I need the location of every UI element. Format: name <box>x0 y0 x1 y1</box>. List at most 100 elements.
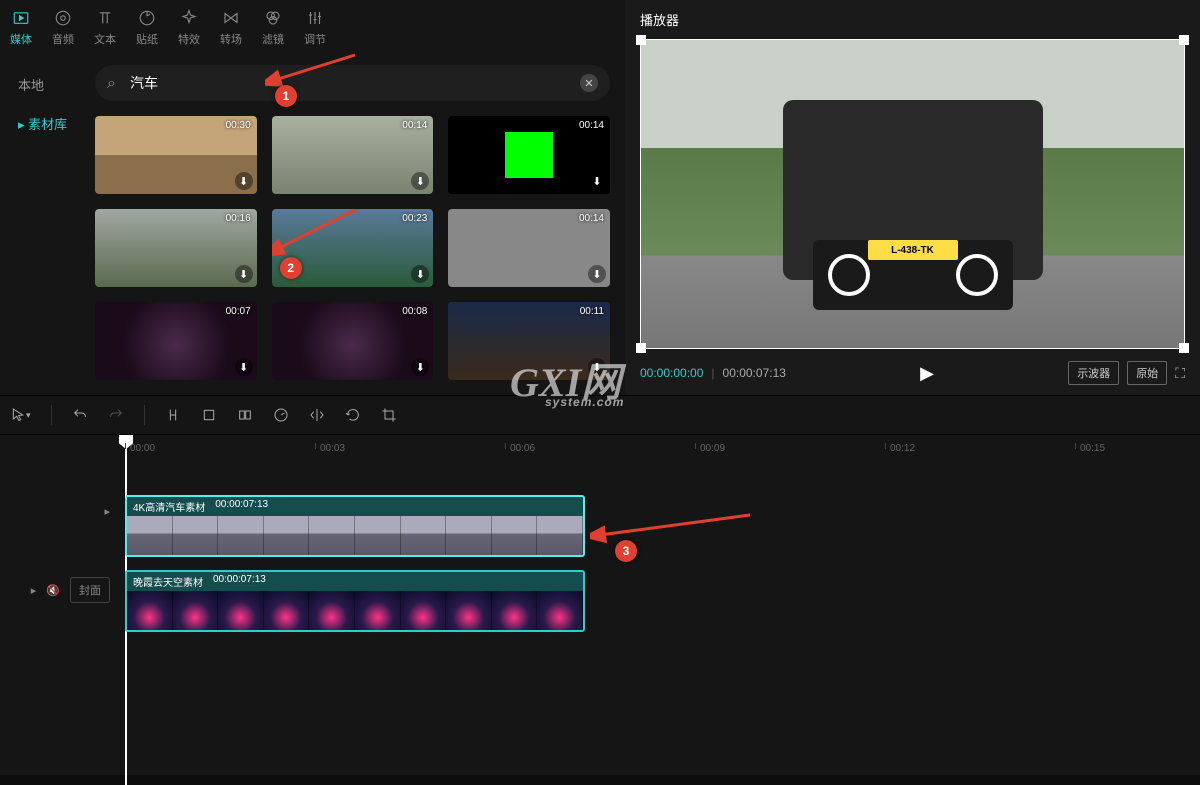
fullscreen-icon[interactable]: ⛶ <box>1175 365 1185 382</box>
download-icon[interactable]: ⬇ <box>588 358 606 376</box>
ruler-tick: 00:03 <box>315 443 345 449</box>
timeline-clip[interactable]: 晚霞去天空素材 00:00:07:13 <box>125 570 585 632</box>
clip-name: 晚霞去天空素材 <box>133 574 203 589</box>
crop2-tool[interactable] <box>381 407 397 423</box>
duration-label: 00:14 <box>402 120 427 131</box>
media-thumb[interactable]: 00:14 ⬇ <box>448 209 610 287</box>
speed-tool[interactable] <box>273 407 289 423</box>
download-icon[interactable]: ⬇ <box>411 265 429 283</box>
media-panel: 媒体 音频 文本 贴纸 特效 转场 滤镜 调节 本地 素材库 ⌕ ✕ <box>0 0 625 395</box>
search-icon: ⌕ <box>107 75 116 93</box>
download-icon[interactable]: ⬇ <box>235 172 253 190</box>
timeline-clip[interactable]: 4K高清汽车素材 00:00:07:13 <box>125 495 585 557</box>
time-total: 00:00:07:13 <box>723 366 786 380</box>
tab-label: 媒体 <box>10 31 32 47</box>
tab-transition[interactable]: 转场 <box>220 8 242 47</box>
download-icon[interactable]: ⬇ <box>588 265 606 283</box>
tab-sticker[interactable]: 贴纸 <box>136 8 158 47</box>
duration-label: 00:14 <box>579 120 604 131</box>
media-thumb[interactable]: 00:16⬇ <box>95 209 257 287</box>
download-icon[interactable]: ⬇ <box>411 172 429 190</box>
tab-effect[interactable]: 特效 <box>178 8 200 47</box>
undo-button[interactable] <box>72 407 88 423</box>
ruler-tick: 00:12 <box>885 443 915 449</box>
search-row: ⌕ ✕ 1 <box>95 65 610 101</box>
media-thumb[interactable]: 00:07 ⬇ <box>95 302 257 380</box>
tab-label: 特效 <box>178 31 200 47</box>
thumb-grid: 00:30 ⬇ 00:14 ⬇ 00:14 ⬇ 00:16⬇ 00:23 ⬇ 2 00:… <box>95 116 610 380</box>
media-thumb[interactable]: 00:30 ⬇ <box>95 116 257 194</box>
tab-label: 文本 <box>94 31 116 47</box>
tab-text[interactable]: 文本 <box>94 8 116 47</box>
text-icon <box>95 8 115 28</box>
select-tool[interactable]: ▾ <box>10 407 31 423</box>
resize-handle[interactable] <box>1179 343 1189 353</box>
audio-icon <box>53 8 73 28</box>
duration-label: 00:08 <box>402 306 427 317</box>
preview-canvas[interactable]: L-438-TK <box>640 39 1185 349</box>
tab-label: 贴纸 <box>136 31 158 47</box>
download-icon[interactable]: ⬇ <box>235 358 253 376</box>
annotation-badge-3: 3 <box>615 540 637 562</box>
transition-icon <box>221 8 241 28</box>
cover-button[interactable]: 封面 <box>70 577 110 603</box>
timeline-ruler[interactable]: 00:00 00:03 00:06 00:09 00:12 00:15 <box>120 435 1200 465</box>
sticker-icon <box>137 8 157 28</box>
mute-icon[interactable]: 🔇 <box>46 584 60 597</box>
tab-label: 转场 <box>220 31 242 47</box>
annotation-badge-2: 2 <box>280 257 302 279</box>
media-thumb[interactable]: 00:08 ⬇ <box>272 302 434 380</box>
filter-icon <box>263 8 283 28</box>
original-button[interactable]: 原始 <box>1127 361 1167 385</box>
media-thumb[interactable]: 00:23 ⬇ 2 <box>272 209 434 287</box>
sidebar-local[interactable]: 本地 <box>0 65 95 104</box>
clip-duration: 00:00:07:13 <box>213 574 266 589</box>
split-tool[interactable] <box>165 407 181 423</box>
scope-button[interactable]: 示波器 <box>1068 361 1119 385</box>
timeline-sidebar: ▸ ▸ 🔇 封面 <box>0 435 120 775</box>
annotation-arrow-2 <box>272 209 387 264</box>
clip-duration: 00:00:07:13 <box>215 499 268 514</box>
resize-handle[interactable] <box>1179 35 1189 45</box>
duration-label: 00:07 <box>226 306 251 317</box>
media-icon <box>11 8 31 28</box>
download-icon[interactable]: ⬇ <box>235 265 253 283</box>
clear-icon[interactable]: ✕ <box>580 74 598 92</box>
track-toggle-icon[interactable]: ▸ <box>31 584 37 597</box>
crop-tool[interactable] <box>201 407 217 423</box>
mirror-tool[interactable] <box>309 407 325 423</box>
adjust-icon <box>305 8 325 28</box>
duration-label: 00:14 <box>579 213 604 224</box>
media-thumb[interactable]: 00:14 ⬇ <box>272 116 434 194</box>
download-icon[interactable]: ⬇ <box>588 172 606 190</box>
ruler-tick: 00:09 <box>695 443 725 449</box>
duration-label: 00:23 <box>402 213 427 224</box>
resize-handle[interactable] <box>636 35 646 45</box>
player-title: 播放器 <box>640 10 1185 29</box>
ruler-tick: 00:00 <box>125 443 155 449</box>
media-thumb[interactable]: 00:11⬇ <box>448 302 610 380</box>
clip-name: 4K高清汽车素材 <box>133 499 205 514</box>
track-toggle-icon[interactable]: ▸ <box>104 505 110 518</box>
resize-handle[interactable] <box>636 343 646 353</box>
tab-media[interactable]: 媒体 <box>10 8 32 47</box>
tab-audio[interactable]: 音频 <box>52 8 74 47</box>
rotate-tool[interactable] <box>345 407 361 423</box>
timeline-tracks[interactable]: 00:00 00:03 00:06 00:09 00:12 00:15 4K高清… <box>120 435 1200 775</box>
ratio-tool[interactable] <box>237 407 253 423</box>
ruler-tick: 00:15 <box>1075 443 1105 449</box>
time-current: 00:00:00:00 <box>640 366 703 380</box>
sidebar-library[interactable]: 素材库 <box>0 104 95 143</box>
duration-label: 00:30 <box>226 120 251 131</box>
tab-filter[interactable]: 滤镜 <box>262 8 284 47</box>
redo-button[interactable] <box>108 407 124 423</box>
media-sidebar: 本地 素材库 <box>0 55 95 395</box>
tab-adjust[interactable]: 调节 <box>304 8 326 47</box>
media-thumb[interactable]: 00:14 ⬇ <box>448 116 610 194</box>
time-separator: | <box>711 366 714 380</box>
tab-label: 音频 <box>52 31 74 47</box>
player-panel: 播放器 L-438-TK 00:00:00:00 | 00:00:07:13 ▶… <box>625 0 1200 395</box>
download-icon[interactable]: ⬇ <box>411 358 429 376</box>
effect-icon <box>179 8 199 28</box>
play-button[interactable]: ▶ <box>900 363 954 384</box>
